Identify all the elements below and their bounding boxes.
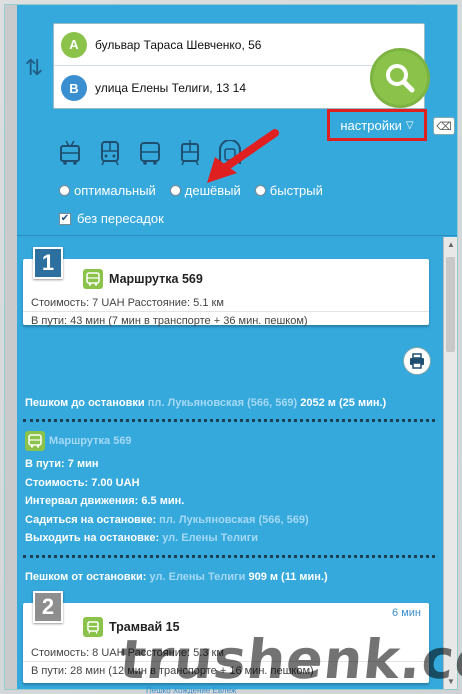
option-optimal[interactable]: оптимальный: [59, 183, 156, 198]
divider: [17, 235, 457, 236]
segment-title-text[interactable]: Маршрутка 569: [49, 432, 132, 451]
exit-label: Выходить на остановке:: [25, 532, 160, 545]
route-planner-window: ⇅ A бульвар Тараса Шевченко, 56 B улица …: [4, 4, 458, 690]
settings-dropdown[interactable]: настройки ▽: [327, 109, 427, 141]
route-title-text: Маршрутка 569: [109, 272, 203, 286]
watermark: trushenk.com: [116, 628, 462, 691]
route-number: 1: [33, 247, 63, 279]
route-panel: ⇅ A бульвар Тараса Шевченко, 56 B улица …: [17, 5, 457, 689]
point-b-marker: B: [61, 75, 87, 101]
segment-title: Маршрутка 569: [25, 431, 309, 451]
segment-details: Маршрутка 569 В пути: 7 мин Стоимость: 7…: [25, 431, 309, 548]
search-icon: [386, 64, 415, 93]
eraser-icon[interactable]: ⌫: [433, 117, 455, 135]
no-transfers-label: без пересадок: [77, 211, 164, 226]
walk-to-prefix: Пешком до остановки: [25, 397, 145, 409]
divider: [23, 419, 435, 422]
walk-to-stop-link[interactable]: пл. Лукьяновская (566, 569): [148, 397, 297, 409]
print-button[interactable]: [403, 347, 431, 375]
map-caption[interactable]: Пешко Хождение Евлеж: [146, 686, 236, 694]
option-fast-label: быстрый: [269, 183, 323, 198]
option-optimal-label: оптимальный: [74, 183, 156, 198]
segment-interval: Интервал движения: 6.5 мин.: [25, 495, 185, 508]
no-transfers-option[interactable]: ✔ без пересадок: [59, 211, 164, 226]
no-transfers-checkbox[interactable]: ✔: [59, 212, 71, 225]
route-number: 2: [33, 591, 63, 623]
walk-from-distance: 909 м (11 мин.): [248, 571, 328, 583]
segment-time: В пути: 7 мин: [25, 458, 99, 470]
address-a-input[interactable]: бульвар Тараса Шевченко, 56: [95, 38, 261, 52]
board-stop-link[interactable]: пл. Лукьяновская (566, 569): [159, 514, 308, 526]
chevron-down-icon: ▽: [405, 119, 414, 131]
route-title: Маршрутка 569: [83, 269, 203, 289]
divider: [23, 311, 429, 312]
segment-board: Садиться на остановке: пл. Лукьяновская …: [25, 511, 309, 530]
option-fast[interactable]: быстрый: [254, 183, 323, 198]
address-b-row[interactable]: B улица Елены Телиги, 13 14: [54, 67, 424, 109]
option-cheap[interactable]: дешёвый: [169, 183, 241, 198]
radio-fast[interactable]: [254, 185, 266, 196]
highlight-arrow: [207, 129, 279, 183]
point-a-marker: A: [61, 31, 87, 58]
swap-icon[interactable]: ⇅: [23, 55, 45, 81]
exit-stop-link[interactable]: ул. Елены Телиги: [162, 532, 258, 544]
route-type-options: оптимальный дешёвый быстрый: [59, 183, 323, 198]
scroll-thumb[interactable]: [446, 257, 455, 352]
address-box: A бульвар Тараса Шевченко, 56 B улица Ел…: [53, 23, 430, 109]
walk-from-stop: Пешком от остановки: ул. Елены Телиги 90…: [25, 571, 328, 583]
walk-to-distance: 2052 м (25 мин.): [300, 397, 387, 409]
map-strip: [5, 5, 17, 689]
minibus-icon: [83, 269, 103, 289]
results-list: 1 Маршрутка 569 Стоимость: 7 UAH Расстоя…: [17, 237, 441, 689]
departure-time: 6 мин: [392, 607, 421, 619]
search-button[interactable]: [370, 48, 430, 108]
settings-label: настройки: [340, 117, 402, 133]
printer-icon: [410, 353, 424, 369]
route-duration: В пути: 43 мин (7 мин в транспорте + 36 …: [31, 315, 308, 327]
trolleybus-icon[interactable]: [57, 139, 83, 167]
radio-cheap[interactable]: [169, 185, 181, 196]
results-scrollbar[interactable]: ▲ ▼: [443, 237, 457, 689]
address-b-input[interactable]: улица Елены Телиги, 13 14: [95, 81, 246, 95]
minibus-icon: [25, 431, 45, 451]
tram-icon: [83, 617, 103, 637]
radio-optimal[interactable]: [59, 185, 70, 196]
bus-icon[interactable]: [137, 139, 163, 167]
walk-from-stop-link[interactable]: ул. Елены Телиги: [150, 571, 246, 583]
walk-to-stop: Пешком до остановки пл. Лукьяновская (56…: [25, 397, 386, 409]
segment-exit: Выходить на остановке: ул. Елены Телиги: [25, 529, 309, 548]
segment-cost: Стоимость: 7.00 UAH: [25, 476, 140, 489]
route-cost-distance: Стоимость: 7 UAH Расстояние: 5.1 км: [31, 297, 224, 309]
divider: [23, 555, 435, 558]
address-a-row[interactable]: A бульвар Тараса Шевченко, 56: [54, 24, 424, 66]
scroll-up-icon[interactable]: ▲: [447, 240, 455, 249]
train-icon[interactable]: [97, 139, 123, 167]
walk-from-prefix: Пешком от остановки:: [25, 571, 147, 583]
board-label: Садиться на остановке:: [25, 513, 157, 526]
option-cheap-label: дешёвый: [184, 183, 241, 198]
route-card-1[interactable]: 1 Маршрутка 569 Стоимость: 7 UAH Расстоя…: [23, 247, 429, 327]
